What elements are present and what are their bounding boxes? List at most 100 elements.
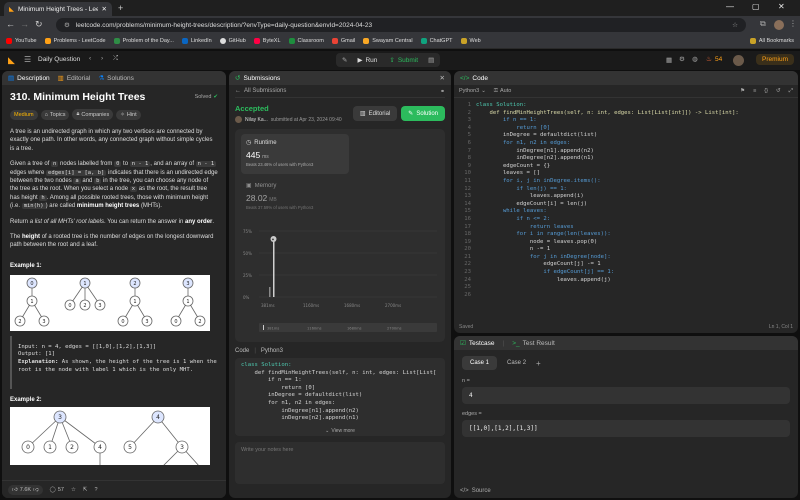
editor-code-line[interactable]: leaves.append(j) xyxy=(476,277,798,285)
add-case-icon[interactable]: + xyxy=(536,359,541,368)
help-icon[interactable]: ? xyxy=(95,487,98,493)
format-icon[interactable]: ≡ xyxy=(753,88,756,94)
star-icon[interactable]: ☆ xyxy=(71,487,76,493)
premium-button[interactable]: Premium xyxy=(756,54,795,65)
code-editor[interactable]: 1 2 3 4 5 6 7 8 9 10 11 12 13 14 15 16 17 18 19 20 21 22 23 24 2… xyxy=(454,98,798,316)
editor-code-line[interactable]: return leaves xyxy=(476,224,798,232)
editor-code-line[interactable]: edgeCount[i] = len(j) xyxy=(476,201,798,209)
bookmark-youtube[interactable]: YouTube xyxy=(6,38,37,44)
reset-icon[interactable]: ↺ xyxy=(776,88,781,94)
editor-code-line[interactable]: leaves.append(i) xyxy=(476,193,798,201)
extensions-icon[interactable]: ⧉ xyxy=(760,19,766,29)
comments-button[interactable]: ◯ 57 xyxy=(50,487,64,493)
editor-code-line[interactable]: for j in inDegree[node]: xyxy=(476,254,798,262)
bookmark-bytexl[interactable]: ByteXL xyxy=(253,38,281,44)
editor-code-line[interactable]: for i in range(len(leaves)): xyxy=(476,231,798,239)
browser-tab[interactable]: ◣ Minimum Height Trees - LeetC ✕ xyxy=(4,2,112,16)
reload-icon[interactable]: ↻ xyxy=(35,19,43,30)
tab-submissions[interactable]: ↺ Submissions xyxy=(235,74,280,83)
view-more-button[interactable]: ⌄ View more xyxy=(235,428,445,434)
settings-icon[interactable]: ⚙ xyxy=(679,55,685,63)
link-icon[interactable]: ⚭ xyxy=(440,88,445,95)
editor-code-line[interactable]: def findMinHeightTrees(self, n: int, edg… xyxy=(476,110,798,118)
editor-code-line[interactable]: while leaves: xyxy=(476,208,798,216)
leetcode-logo-icon[interactable]: ◣ xyxy=(8,55,15,66)
bookmark-github[interactable]: GitHub xyxy=(219,38,246,44)
runtime-range-slider[interactable]: 381ms 1160ms 1680ms 2700ms xyxy=(241,321,439,335)
fullscreen-icon[interactable]: ⤢ xyxy=(789,88,793,95)
forward-icon[interactable]: → xyxy=(20,19,29,29)
notes-icon[interactable]: ▤ xyxy=(425,56,437,64)
editor-code-line[interactable]: for i, j in inDegree.items(): xyxy=(476,178,798,186)
prev-problem-icon[interactable]: ‹ xyxy=(89,55,91,62)
tab-code[interactable]: </> Code xyxy=(460,75,488,82)
editor-code-line[interactable]: n -= 1 xyxy=(476,246,798,254)
editor-code-line[interactable]: inDegree[n2].append(n1) xyxy=(476,155,798,163)
new-tab-icon[interactable]: + xyxy=(118,3,123,13)
minimize-icon[interactable]: — xyxy=(726,2,734,11)
back-icon[interactable]: ← xyxy=(6,19,15,29)
case-1-tab[interactable]: Case 1 xyxy=(462,356,498,370)
next-problem-icon[interactable]: › xyxy=(101,55,103,62)
editor-code-line[interactable]: if len(j) == 1: xyxy=(476,186,798,194)
editor-code-line[interactable]: edgeCount = {} xyxy=(476,163,798,171)
braces-icon[interactable]: {} xyxy=(764,88,768,94)
auto-mode-toggle[interactable]: ⚿ Auto xyxy=(494,88,512,95)
language-select[interactable]: Python3 ⌄ xyxy=(459,88,486,94)
tab-test-result[interactable]: >_ Test Result xyxy=(512,340,555,347)
streak-fire-icon[interactable]: ♨ xyxy=(706,55,712,63)
hint-chip[interactable]: ✧ Hint xyxy=(116,109,141,120)
runtime-distribution-chart[interactable]: 75% 50% 25% 0% 381ms 1160ms 1680ms 2700m… xyxy=(241,227,439,309)
profile-avatar[interactable] xyxy=(774,20,784,30)
close-panel-icon[interactable]: ✕ xyxy=(440,74,445,82)
case-2-tab[interactable]: Case 2 xyxy=(503,356,530,370)
tab-editorial[interactable]: ▥ Editorial xyxy=(58,74,91,83)
edges-input[interactable]: [[1,0],[1,2],[1,3]] xyxy=(462,420,790,437)
editor-code-line[interactable]: if edgeCount[j] == 1: xyxy=(476,269,798,277)
thumbs-down-icon[interactable]: 👎︎ xyxy=(33,487,39,493)
bookmark-potd[interactable]: Problem of the Day... xyxy=(113,38,174,44)
browser-menu-icon[interactable]: ⋮ xyxy=(789,19,797,28)
all-bookmarks[interactable]: All Bookmarks xyxy=(749,38,794,44)
editor-code-line[interactable]: leaves = [] xyxy=(476,170,798,178)
runtime-box[interactable]: ◷ Runtime 445 ms Beats 23.46% of users wi… xyxy=(241,134,349,174)
tab-description[interactable]: ▤ Description xyxy=(8,74,50,83)
notes-textarea[interactable]: Write your notes here xyxy=(235,442,445,484)
tab-testcase[interactable]: ☑ Testcase xyxy=(460,339,494,348)
editor-code-line[interactable]: if n <= 2: xyxy=(476,216,798,224)
all-submissions-link[interactable]: ← All Submissions xyxy=(235,88,286,94)
bookmark-swayam[interactable]: Swayam Central xyxy=(363,38,413,44)
n-input[interactable]: 4 xyxy=(462,387,790,404)
editor-code-line[interactable]: edgeCount[j] -= 1 xyxy=(476,261,798,269)
site-info-icon[interactable]: ⚙ xyxy=(64,21,70,29)
debug-icon[interactable]: ✎ xyxy=(339,56,350,64)
source-button[interactable]: </> Source xyxy=(460,488,491,494)
like-button[interactable]: 👍︎ 7.6K 👎︎ xyxy=(8,484,43,495)
notification-icon[interactable]: ◍ xyxy=(692,55,698,63)
bookmark-star-icon[interactable]: ☆ xyxy=(732,21,738,29)
bookmark-icon[interactable]: ⚑ xyxy=(740,88,745,94)
submit-button[interactable]: ⇪ Submit xyxy=(384,56,423,65)
editor-code-line[interactable]: inDegree[n1].append(n2) xyxy=(476,148,798,156)
address-bar[interactable]: ⚙ leetcode.com/problems/minimum-height-t… xyxy=(56,18,746,32)
bookmark-web[interactable]: Web xyxy=(460,38,481,44)
user-avatar[interactable] xyxy=(733,55,744,66)
layout-icon[interactable]: ▦ xyxy=(666,56,672,64)
editor-code-line[interactable]: inDegree = defaultdict(list) xyxy=(476,132,798,140)
editor-code-line[interactable]: if n == 1: xyxy=(476,117,798,125)
close-window-icon[interactable]: ✕ xyxy=(778,2,785,11)
bookmark-leetcode[interactable]: Problems - LeetCode xyxy=(44,38,106,44)
tab-solutions[interactable]: ⚗ Solutions xyxy=(98,74,134,83)
maximize-icon[interactable]: ▢ xyxy=(752,2,760,11)
bookmark-classroom[interactable]: Classroom xyxy=(288,38,324,44)
editor-code-line[interactable]: class Solution: xyxy=(476,102,798,110)
bookmark-gmail[interactable]: Gmail xyxy=(331,38,355,44)
problem-list-icon[interactable]: ☰ xyxy=(24,55,31,64)
shuffle-icon[interactable]: ⤮ xyxy=(113,55,118,63)
daily-question-link[interactable]: Daily Question xyxy=(38,56,80,63)
editorial-button[interactable]: ▥ Editorial xyxy=(352,106,398,121)
memory-box[interactable]: ▣ Memory 28.02 MB Beats 37.59% of users w… xyxy=(241,177,349,217)
close-tab-icon[interactable]: ✕ xyxy=(102,5,107,13)
editor-code-line[interactable]: for n1, n2 in edges: xyxy=(476,140,798,148)
editor-code-line[interactable]: return [0] xyxy=(476,125,798,133)
